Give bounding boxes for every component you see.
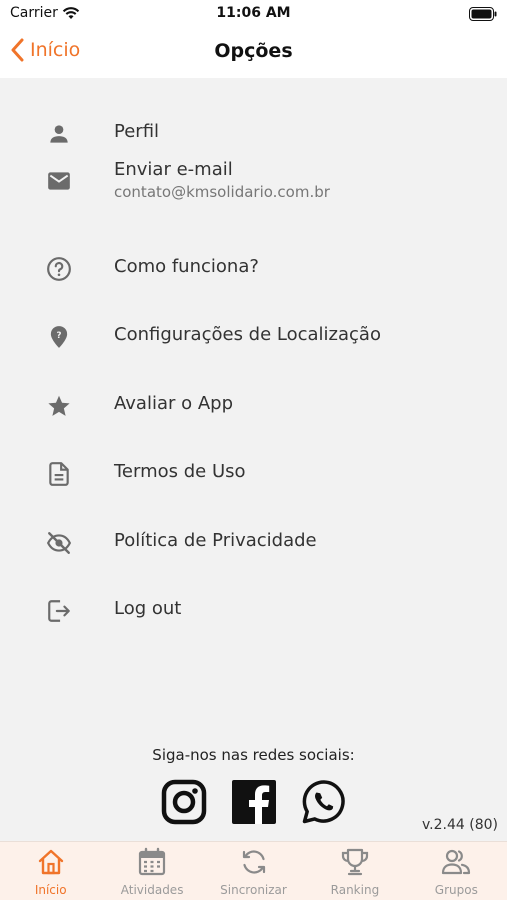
navigation-bar: Início Opções xyxy=(0,28,507,78)
tab-sincronizar[interactable]: Sincronizar xyxy=(203,842,304,900)
menu-item-label: Política de Privacidade xyxy=(114,529,317,551)
battery-icon xyxy=(469,6,497,25)
svg-text:?: ? xyxy=(56,331,61,341)
tab-label: Sincronizar xyxy=(220,883,287,897)
tab-label: Ranking xyxy=(330,883,380,897)
menu-item-label: Avaliar o App xyxy=(114,392,233,414)
menu-item-localizacao[interactable]: ? Configurações de Localização xyxy=(0,302,507,371)
page-title: Opções xyxy=(214,40,293,62)
menu-item-como-funciona[interactable]: Como funciona? xyxy=(0,234,507,303)
instagram-icon[interactable] xyxy=(161,779,207,825)
star-icon xyxy=(46,393,72,419)
menu-item-label: Como funciona? xyxy=(114,255,259,277)
tab-label: Grupos xyxy=(434,883,478,897)
tab-label: Início xyxy=(34,883,67,897)
tab-inicio[interactable]: Início xyxy=(0,842,101,900)
menu-item-privacidade[interactable]: Política de Privacidade xyxy=(0,508,507,577)
menu-item-label: Perfil xyxy=(114,121,160,142)
tab-bar: Início Atividades Sincronizar Ranking Gr… xyxy=(0,841,507,900)
email-address: contato@kmsolidario.com.br xyxy=(114,182,330,201)
status-time: 11:06 AM xyxy=(216,5,291,21)
home-icon xyxy=(38,849,63,875)
trophy-icon xyxy=(341,848,369,876)
location-pin-icon: ? xyxy=(46,324,72,350)
menu-item-perfil[interactable]: Perfil xyxy=(0,99,507,168)
eye-off-icon xyxy=(46,530,72,556)
tab-atividades[interactable]: Atividades xyxy=(101,842,202,900)
help-circle-icon xyxy=(46,256,72,282)
document-icon xyxy=(46,461,72,487)
social-title: Siga-nos nas redes sociais: xyxy=(152,746,355,764)
options-menu: Perfil Enviar e-mail contato@kmsolidario… xyxy=(0,99,507,645)
menu-item-termos[interactable]: Termos de Uso xyxy=(0,439,507,508)
menu-item-label: Log out xyxy=(114,598,182,619)
menu-item-label: Enviar e-mail xyxy=(114,158,233,180)
menu-item-label: Configurações de Localização xyxy=(114,324,381,345)
menu-item-label: Termos de Uso xyxy=(114,461,246,482)
menu-item-logout[interactable]: Log out xyxy=(0,576,507,645)
facebook-icon[interactable] xyxy=(231,779,277,825)
tab-label: Atividades xyxy=(120,883,184,897)
tab-ranking[interactable]: Ranking xyxy=(304,842,405,900)
tab-grupos[interactable]: Grupos xyxy=(406,842,507,900)
sync-icon xyxy=(242,850,265,874)
logout-icon xyxy=(46,598,72,624)
menu-item-email[interactable]: Enviar e-mail contato@kmsolidario.com.br xyxy=(0,159,507,234)
menu-item-avaliar[interactable]: Avaliar o App xyxy=(0,371,507,440)
status-bar: Carrier 11:06 AM xyxy=(0,0,507,28)
mail-icon xyxy=(46,168,72,194)
calendar-icon xyxy=(139,847,166,876)
whatsapp-icon[interactable] xyxy=(301,779,347,825)
group-icon xyxy=(442,849,471,875)
person-icon xyxy=(46,121,72,147)
app-version: v.2.44 (80) xyxy=(421,817,498,833)
